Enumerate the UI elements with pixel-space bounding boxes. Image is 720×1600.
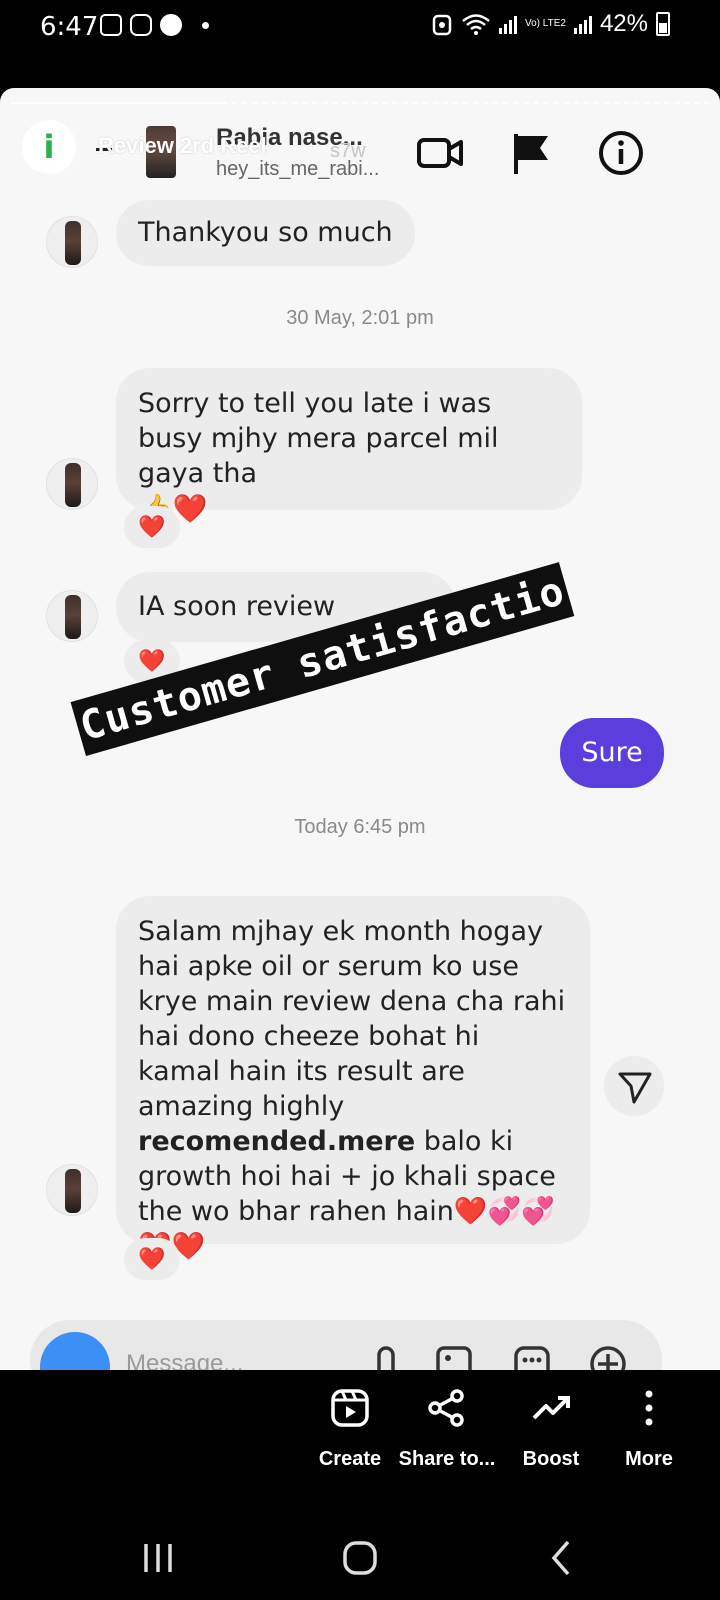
message-text: IA soon review bbox=[138, 591, 336, 622]
message-bubble-sent[interactable]: Sure bbox=[560, 718, 664, 788]
recent-apps-icon[interactable] bbox=[128, 1534, 188, 1582]
signal-icon-1 bbox=[499, 14, 517, 34]
boost-button[interactable]: Boost bbox=[496, 1388, 606, 1471]
signal-icon-2 bbox=[573, 14, 592, 34]
sticker-icon[interactable] bbox=[512, 1340, 552, 1370]
sender-avatar[interactable] bbox=[46, 590, 98, 642]
video-call-icon[interactable] bbox=[416, 128, 466, 178]
system-indicators: Vo) LTE2 42% bbox=[431, 10, 670, 38]
story-action-bar: Create Share to... Boost More bbox=[0, 1370, 720, 1510]
sender-avatar[interactable] bbox=[46, 216, 98, 268]
message-input[interactable]: Message... bbox=[126, 1350, 243, 1370]
wifi-icon bbox=[462, 14, 490, 35]
home-icon[interactable] bbox=[330, 1534, 390, 1582]
share-icon bbox=[428, 1389, 464, 1427]
message-composer[interactable] bbox=[30, 1320, 662, 1370]
more-button[interactable]: More bbox=[594, 1388, 704, 1471]
message-bubble-received[interactable]: Salam mjhay ek month hogay hai apke oil … bbox=[116, 896, 590, 1262]
message-text-bold: recomended.mere bbox=[138, 1126, 416, 1157]
reel-icon bbox=[331, 1389, 369, 1427]
trending-up-icon bbox=[532, 1396, 570, 1420]
share-to-button[interactable]: Share to... bbox=[392, 1388, 502, 1471]
message-text: Sorry to tell you late i was busy mjhy m… bbox=[138, 388, 499, 489]
flag-icon[interactable] bbox=[508, 128, 558, 178]
network-type: Vo) LTE2 bbox=[525, 18, 566, 29]
message-bubble-received[interactable]: Thankyou so much bbox=[116, 200, 415, 266]
sender-avatar[interactable] bbox=[46, 458, 98, 510]
share-message-icon[interactable] bbox=[604, 1056, 664, 1116]
microphone-icon[interactable] bbox=[366, 1340, 406, 1370]
more-vertical-icon bbox=[645, 1390, 653, 1426]
boost-label: Boost bbox=[522, 1448, 580, 1470]
more-notifications-dot bbox=[202, 21, 209, 29]
back-icon[interactable] bbox=[532, 1534, 592, 1582]
story-screen[interactable]: Rabia nase... s7w hey_its_me_rabi... i R… bbox=[0, 88, 720, 1370]
create-button[interactable]: Create bbox=[295, 1388, 405, 1471]
timestamp: Today 6:45 pm bbox=[294, 816, 426, 838]
instagram-notification-icon bbox=[130, 14, 152, 36]
gallery-notification-icon bbox=[100, 14, 122, 36]
message-text: Sure bbox=[581, 737, 643, 768]
facebook-notification-icon bbox=[160, 14, 182, 36]
message-emojis: 👍❤️ bbox=[138, 492, 208, 525]
heart-reaction[interactable]: ❤️ bbox=[124, 1238, 180, 1280]
battery-percent: 42% bbox=[599, 10, 648, 37]
heart-reaction[interactable]: ❤️ bbox=[124, 506, 180, 548]
share-to-label: Share to... bbox=[398, 1448, 496, 1470]
notification-icons bbox=[100, 14, 209, 36]
message-text-part: Salam mjhay ek month hogay hai apke oil … bbox=[138, 916, 566, 1122]
chat-header: Rabia nase... s7w hey_its_me_rabi... i R… bbox=[0, 88, 720, 198]
contact-username[interactable]: hey_its_me_rabi... bbox=[216, 158, 379, 181]
info-badge-icon[interactable]: i bbox=[22, 120, 76, 174]
message-emojis-inline: ❤️💞💞 bbox=[453, 1196, 555, 1227]
info-icon[interactable] bbox=[596, 128, 646, 178]
message-text: Salam mjhay ek month hogay hai apke oil … bbox=[138, 914, 568, 1229]
system-navigation-bar bbox=[0, 1520, 720, 1600]
battery-icon bbox=[656, 12, 670, 36]
timestamp: 30 May, 2:01 pm bbox=[286, 307, 434, 329]
message-emojis: ❤️❤️ bbox=[138, 1229, 568, 1264]
create-label: Create bbox=[318, 1448, 382, 1470]
sender-avatar[interactable] bbox=[46, 1164, 98, 1216]
story-title: Review 2rd Reel bbox=[98, 133, 267, 158]
gallery-icon[interactable] bbox=[434, 1340, 474, 1370]
message-text: Thankyou so much bbox=[138, 217, 393, 248]
add-icon[interactable] bbox=[588, 1340, 628, 1370]
status-bar: 6:47 Vo) LTE2 42% bbox=[0, 0, 720, 56]
status-time: 6:47 bbox=[40, 12, 99, 42]
more-label: More bbox=[625, 1448, 673, 1470]
alarm-icon bbox=[432, 14, 452, 36]
message-bubble-received[interactable]: Sorry to tell you late i was busy mjhy m… bbox=[116, 368, 582, 525]
